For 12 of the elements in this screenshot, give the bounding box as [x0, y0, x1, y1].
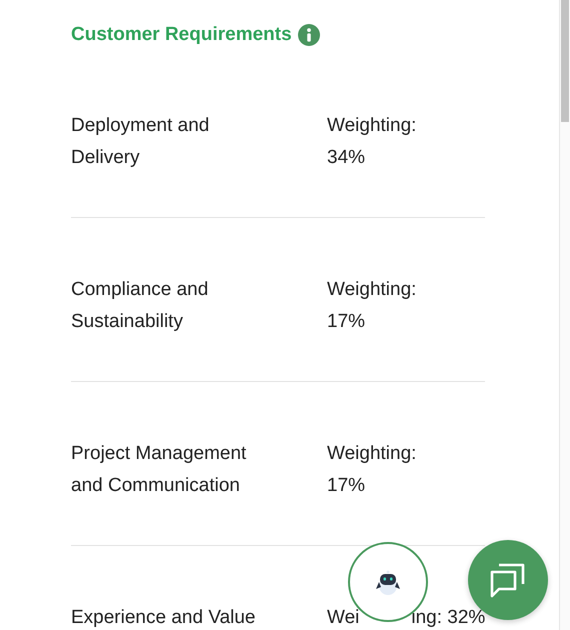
- scrollbar[interactable]: [559, 0, 570, 630]
- requirement-name: Experience and Value: [71, 606, 256, 630]
- requirement-name: Deployment and Delivery: [71, 114, 210, 170]
- weighting-text: Wei: [327, 606, 360, 630]
- weighting-text: ing: 32%: [411, 606, 486, 630]
- requirement-name: Compliance and Sustainability: [71, 278, 210, 334]
- info-icon[interactable]: [298, 24, 320, 46]
- weighting-text: Weighting: 34%: [327, 114, 418, 170]
- weighting-text: Weighting: 17%: [327, 278, 418, 334]
- section-title: Customer Requirements: [71, 24, 292, 46]
- weighting-text: Weighting: 17%: [327, 442, 418, 498]
- requirement-name: Project Management and Communication: [71, 442, 248, 498]
